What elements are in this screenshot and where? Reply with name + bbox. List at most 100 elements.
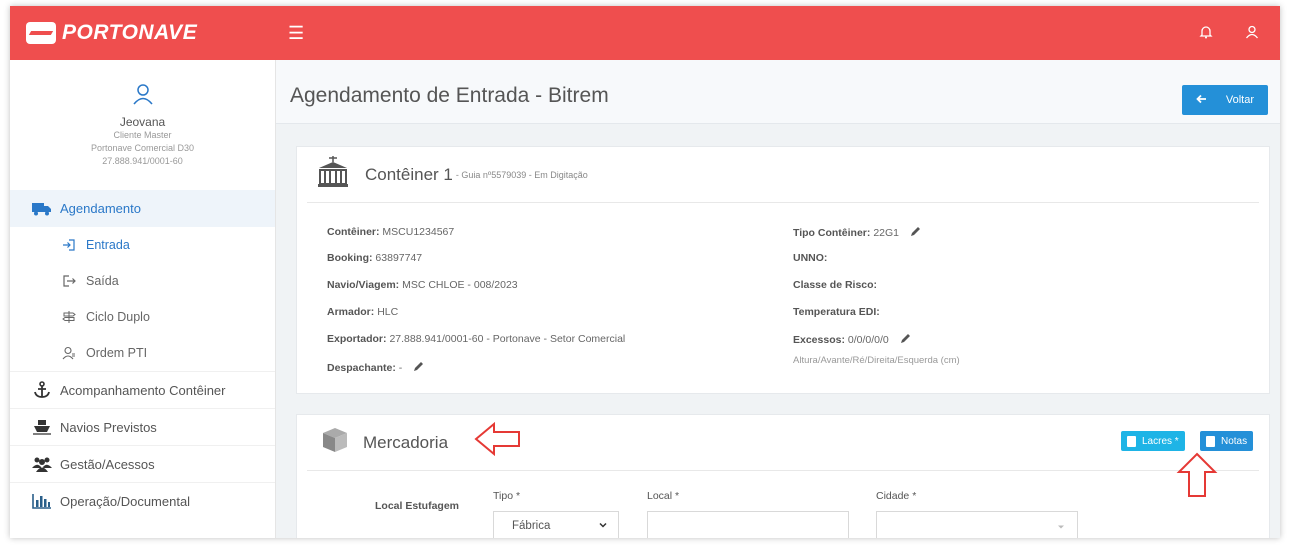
- sidebar-item-label: Ordem PTI: [86, 346, 148, 360]
- field-value: -: [398, 361, 403, 374]
- truck-icon: [32, 202, 52, 216]
- sidebar-item-label: Ciclo Duplo: [86, 310, 150, 324]
- logout-icon: [62, 274, 78, 288]
- field-value: 63897747: [375, 252, 423, 264]
- field-label: Exportador:: [327, 333, 387, 345]
- notas-button[interactable]: Notas: [1200, 431, 1254, 451]
- logo-mark-icon: [26, 22, 56, 44]
- cidade-select[interactable]: [876, 511, 1078, 538]
- armador-field: Armador: HLC: [327, 306, 398, 318]
- user-document: 27.888.941/0001-60: [102, 156, 183, 166]
- mercadoria-card-header: Mercadoria: [307, 415, 1259, 471]
- caret-down-icon: [1057, 522, 1065, 534]
- container-card-title: Contêiner 1: [365, 164, 453, 184]
- sidebar-item-label: Gestão/Acessos: [60, 456, 155, 472]
- temperatura-edi-field: Temperatura EDI:: [793, 306, 880, 318]
- sidebar-item-agendamento[interactable]: Agendamento: [10, 190, 275, 227]
- notas-button-label: Notas: [1221, 435, 1248, 447]
- tipo-select-value: Fábrica: [512, 520, 551, 532]
- field-value: 22G1: [873, 226, 899, 239]
- sidebar-item-ordem-pti[interactable]: Ordem PTI: [10, 335, 275, 371]
- tipo-conteiner-field: Tipo Contêiner: 22G1: [793, 226, 921, 240]
- tipo-label: Tipo *: [493, 490, 521, 502]
- excessos-hint: Altura/Avante/Ré/Direita/Esquerda (cm): [793, 355, 960, 366]
- tipo-select[interactable]: Fábrica: [493, 511, 619, 538]
- field-value: HLC: [377, 306, 399, 318]
- cidade-label: Cidade *: [876, 490, 917, 502]
- app-window: PORTONAVE ☰ Jeovana Cliente Master Porto…: [10, 6, 1280, 538]
- local-estufagem-label: Local Estufagem: [375, 500, 460, 512]
- annotation-arrow-left-icon: [474, 422, 520, 456]
- sidebar-item-label: Navios Previstos: [60, 419, 157, 435]
- field-value: MSCU1234567: [382, 226, 455, 238]
- annotation-arrow-up-icon: [1176, 452, 1218, 497]
- sidebar-item-label: Acompanhamento Contêiner: [60, 382, 226, 398]
- login-icon: [62, 238, 78, 252]
- edit-excessos-pencil-icon[interactable]: [900, 333, 911, 347]
- edit-tipo-conteiner-pencil-icon[interactable]: [910, 226, 921, 240]
- page-title: Agendamento de Entrada - Bitrem: [290, 84, 609, 107]
- excessos-field: Excessos: 0/0/0/0/0: [793, 333, 911, 347]
- signpost-icon: [62, 310, 78, 324]
- sidebar-item-entrada[interactable]: Entrada: [10, 227, 275, 263]
- local-label: Local *: [647, 490, 680, 502]
- unno-field: UNNO:: [793, 252, 827, 264]
- booking-field: Booking: 63897747: [327, 252, 422, 264]
- field-value: MSC CHLOE - 008/2023: [402, 279, 518, 291]
- exportador-field: Exportador: 27.888.941/0001-60 - Portona…: [327, 333, 625, 345]
- sidebar: Jeovana Cliente Master Portonave Comerci…: [10, 60, 276, 538]
- bar-chart-icon: [32, 493, 52, 509]
- sidebar-item-label: Entrada: [86, 238, 130, 252]
- bell-icon[interactable]: [1196, 22, 1216, 42]
- anchor-icon: [32, 381, 52, 399]
- page-header: Agendamento de Entrada - Bitrem Voltar: [276, 60, 1280, 124]
- field-label: UNNO:: [793, 252, 828, 264]
- mercadoria-card-title: Mercadoria: [363, 432, 449, 452]
- arrow-left-icon: [1196, 94, 1207, 107]
- navio-viagem-field: Navio/Viagem: MSC CHLOE - 008/2023: [327, 279, 518, 291]
- sidebar-item-ciclo-duplo[interactable]: Ciclo Duplo: [10, 299, 275, 335]
- container-card-header: Contêiner 1 - Guia nº5579039 - Em Digita…: [307, 147, 1259, 203]
- classe-risco-field: Classe de Risco:: [793, 279, 877, 291]
- chevron-down-icon: [598, 520, 608, 533]
- users-icon: [32, 456, 52, 472]
- sidebar-item-operacao-documental[interactable]: Operação/Documental: [10, 482, 275, 519]
- sidebar-item-navios-previstos[interactable]: Navios Previstos: [10, 408, 275, 445]
- sidebar-item-label: Operação/Documental: [60, 493, 191, 509]
- sidebar-item-acompanhamento-conteiner[interactable]: Acompanhamento Contêiner: [10, 371, 275, 408]
- local-input[interactable]: [647, 511, 849, 538]
- field-label: Temperatura EDI:: [793, 306, 880, 318]
- edit-despachante-pencil-icon[interactable]: [413, 361, 424, 375]
- user-role: Cliente Master: [113, 130, 172, 140]
- document-icon: [1206, 435, 1215, 447]
- back-button[interactable]: Voltar: [1182, 85, 1268, 115]
- crane-icon: [315, 154, 351, 195]
- portonave-logo[interactable]: PORTONAVE: [26, 19, 197, 47]
- lacres-button-label: Lacres *: [1142, 435, 1179, 447]
- logo-text: PORTONAVE: [62, 21, 198, 44]
- container-card: Contêiner 1 - Guia nº5579039 - Em Digita…: [296, 146, 1270, 394]
- sidebar-item-label: Agendamento: [60, 201, 141, 216]
- sidebar-item-gestao-acessos[interactable]: Gestão/Acessos: [10, 445, 275, 482]
- box-icon: [321, 426, 349, 459]
- sidebar-item-saida[interactable]: Saída: [10, 263, 275, 299]
- conteiner-field: Contêiner: MSCU1234567: [327, 226, 454, 238]
- user-profile-icon[interactable]: [1242, 22, 1262, 42]
- user-card-icon: [62, 346, 78, 360]
- back-button-label: Voltar: [1225, 94, 1254, 106]
- field-label: Excessos:: [793, 333, 845, 346]
- top-bar: PORTONAVE ☰: [10, 6, 1280, 60]
- field-label: Tipo Contêiner:: [793, 226, 871, 239]
- despachante-field: Despachante: -: [327, 361, 424, 375]
- hamburger-menu-icon[interactable]: ☰: [288, 23, 304, 44]
- field-label: Classe de Risco:: [793, 279, 878, 291]
- field-value: 0/0/0/0/0: [847, 333, 889, 346]
- field-label: Despachante:: [327, 361, 396, 374]
- ship-icon: [32, 419, 52, 435]
- container-card-subtitle: - Guia nº5579039 - Em Digitação: [455, 169, 588, 180]
- avatar-icon[interactable]: [131, 82, 155, 111]
- main-content: Agendamento de Entrada - Bitrem Voltar C…: [276, 60, 1280, 538]
- lacres-button[interactable]: Lacres *: [1121, 431, 1185, 451]
- sidebar-item-label: Saída: [86, 274, 119, 288]
- document-icon: [1127, 435, 1136, 447]
